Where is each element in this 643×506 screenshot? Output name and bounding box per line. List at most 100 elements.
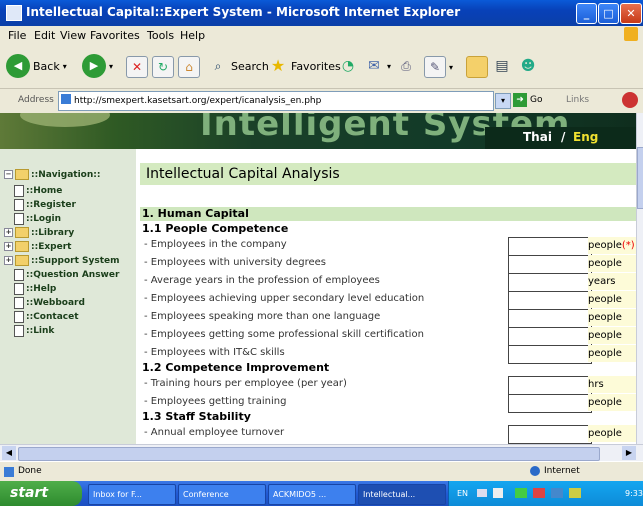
history-icon: ◔ (341, 58, 355, 74)
messenger-button[interactable]: ☻ (518, 56, 538, 76)
nav-item-label: ::Webboard (26, 298, 85, 308)
training-hours-input[interactable] (508, 376, 592, 395)
print-button[interactable]: ⎙ (396, 56, 416, 76)
discuss-button[interactable] (466, 56, 488, 78)
university-degree-input[interactable] (508, 255, 592, 274)
minimize-button[interactable]: _ (576, 3, 597, 24)
page-icon (14, 213, 24, 225)
research-button[interactable]: ▤ (492, 56, 512, 76)
nav-root[interactable]: −::Navigation:: (4, 169, 100, 180)
task-inbox[interactable]: Inbox for F... (88, 484, 176, 505)
lang-eng-link[interactable]: Eng (573, 130, 598, 144)
subsection-heading: 1.3 Staff Stability (142, 410, 251, 423)
menu-favorites[interactable]: Favorites (90, 29, 140, 42)
task-ackmid[interactable]: ACKMIDO5 ... (268, 484, 356, 505)
section-heading: 1. Human Capital (140, 207, 636, 221)
page-icon (61, 94, 71, 104)
employees-input[interactable] (508, 237, 592, 256)
page-icon (14, 185, 24, 197)
nav-item-expert[interactable]: +::Expert (4, 241, 71, 252)
nav-item-label: ::Help (26, 284, 57, 294)
search-button[interactable]: ⌕ Search (208, 56, 269, 76)
task-label: Conference (183, 490, 229, 499)
close-button[interactable]: ✕ (620, 3, 642, 24)
forward-button[interactable]: ▶ ▾ (82, 54, 113, 78)
form-row: - Employees in the company people(*) (140, 237, 636, 256)
nav-item-question-answer[interactable]: ::Question Answer (14, 269, 119, 281)
links-label[interactable]: Links (566, 95, 589, 105)
refresh-button[interactable]: ↻ (152, 56, 174, 78)
vertical-scrollbar[interactable] (636, 113, 643, 444)
field-label: - Training hours per employee (per year) (144, 378, 347, 389)
start-button[interactable]: start (0, 481, 82, 506)
languages-input[interactable] (508, 309, 592, 328)
task-conference[interactable]: Conference (178, 484, 266, 505)
secondary-education-input[interactable] (508, 291, 592, 310)
menu-view[interactable]: View (60, 29, 86, 42)
nav-item-login[interactable]: ::Login (14, 213, 61, 225)
site-banner: Intelligent System Thai / Eng (0, 113, 636, 149)
menu-file[interactable]: File (8, 29, 26, 42)
task-intellectual[interactable]: Intellectual... (358, 484, 446, 505)
home-button[interactable]: ⌂ (178, 56, 200, 78)
certification-input[interactable] (508, 327, 592, 346)
mail-button[interactable]: ✉ ▾ (364, 56, 391, 76)
scroll-thumb[interactable] (18, 447, 600, 461)
page-icon (14, 325, 24, 337)
unit-label: years (588, 273, 636, 290)
required-marker: (*) (621, 240, 635, 251)
horizontal-scrollbar[interactable]: ◀ ▶ (0, 444, 643, 462)
back-button[interactable]: ◀ Back ▾ (6, 54, 67, 78)
itc-skills-input[interactable] (508, 345, 592, 364)
nav-item-library[interactable]: +::Library (4, 227, 74, 238)
expand-icon: + (4, 242, 13, 251)
tray-icon (551, 488, 563, 498)
history-button[interactable]: ◔ (338, 56, 358, 76)
field-label: - Employees with university degrees (144, 257, 326, 268)
folder-open-icon (15, 169, 29, 180)
stop-button[interactable]: ✕ (126, 56, 148, 78)
address-input[interactable]: http://smexpert.kasetsart.org/expert/ica… (58, 91, 494, 111)
nav-item-support-system[interactable]: +::Support System (4, 255, 120, 266)
scroll-left-button[interactable]: ◀ (2, 446, 16, 460)
nav-item-help[interactable]: ::Help (14, 283, 56, 295)
turnover-input[interactable] (508, 425, 592, 444)
subsection-heading: 1.2 Competence Improvement (142, 361, 330, 374)
nav-item-label: ::Home (26, 186, 63, 196)
go-button[interactable]: ➜ Go (513, 93, 542, 107)
employees-training-input[interactable] (508, 394, 592, 413)
menu-edit[interactable]: Edit (34, 29, 55, 42)
favorites-button[interactable]: ★ Favorites (268, 56, 341, 76)
expand-icon: + (4, 228, 13, 237)
toolbar-extra-icon[interactable] (622, 92, 638, 108)
task-label: Inbox for F... (93, 490, 142, 499)
scroll-right-button[interactable]: ▶ (622, 446, 636, 460)
unit-label: hrs (588, 376, 636, 393)
form-row: - Employees with IT&C skills people (140, 345, 636, 364)
nav-item-label: ::Login (26, 214, 62, 224)
page-icon (14, 311, 24, 323)
field-label: - Employees achieving upper secondary le… (144, 293, 425, 304)
address-dropdown-button[interactable]: ▾ (495, 93, 511, 109)
maximize-button[interactable]: □ (598, 3, 619, 24)
edit-button[interactable]: ✎ ▾ (424, 56, 453, 78)
print-icon: ⎙ (401, 59, 411, 73)
scroll-thumb[interactable] (637, 147, 643, 209)
title-bar[interactable]: Intellectual Capital::Expert System - Mi… (0, 0, 643, 26)
average-years-input[interactable] (508, 273, 592, 292)
language-indicator[interactable]: EN (457, 489, 468, 498)
nav-item-register[interactable]: ::Register (14, 199, 76, 211)
lang-thai-link[interactable]: Thai (523, 130, 552, 144)
home-icon: ⌂ (178, 56, 200, 78)
nav-item-webboard[interactable]: ::Webboard (14, 297, 85, 309)
nav-item-home[interactable]: ::Home (14, 185, 62, 197)
menu-tools[interactable]: Tools (147, 29, 174, 42)
navigation-sidebar: −::Navigation:: ::Home ::Register ::Logi… (0, 149, 136, 444)
nav-item-link[interactable]: ::Link (14, 325, 54, 337)
nav-item-contact[interactable]: ::Contacet (14, 311, 79, 323)
nav-item-label: ::Question Answer (26, 270, 120, 280)
menu-help[interactable]: Help (180, 29, 205, 42)
refresh-icon: ↻ (152, 56, 174, 78)
search-label: Search (231, 59, 269, 73)
unit-label: people(*) (588, 237, 636, 254)
